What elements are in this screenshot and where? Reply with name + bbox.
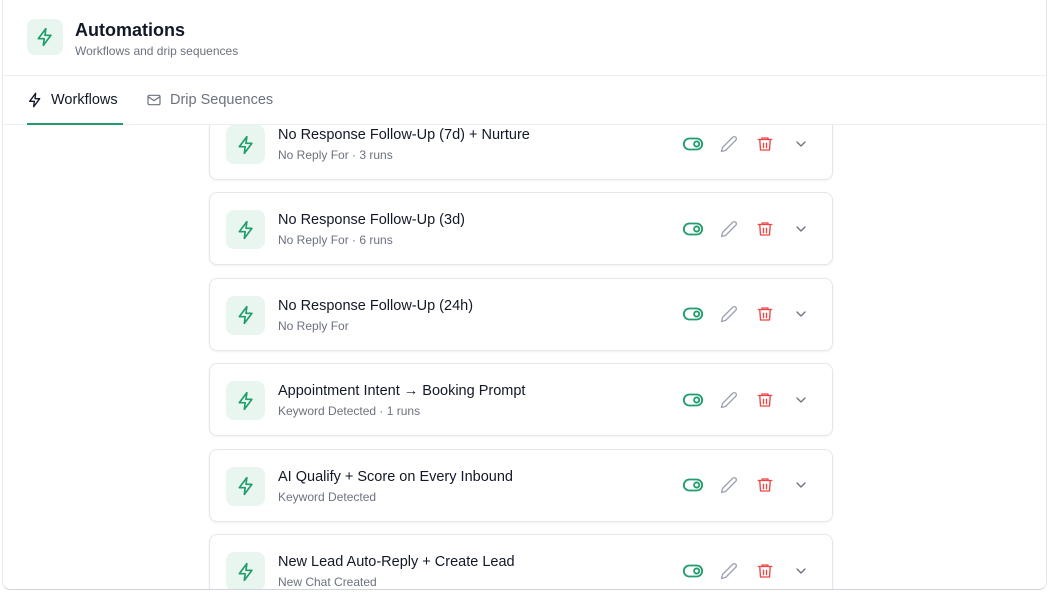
workflow-title: New Lead Auto-Reply + Create Lead	[278, 554, 515, 570]
page-subtitle: Workflows and drip sequences	[75, 44, 239, 58]
edit-icon[interactable]	[718, 133, 740, 155]
toggle-active-icon[interactable]	[682, 218, 704, 240]
page-header: Automations Workflows and drip sequences	[3, 0, 1046, 76]
tab-label: Workflows	[51, 92, 118, 108]
trash-icon[interactable]	[754, 133, 776, 155]
edit-icon[interactable]	[718, 303, 740, 325]
workflow-card[interactable]: No Response Follow-Up (3d) No Reply For ·…	[209, 192, 833, 266]
lightning-icon	[226, 381, 265, 421]
workflow-actions	[682, 125, 812, 179]
workflow-card[interactable]: No Response Follow-Up (7d) + Nurture No R…	[209, 125, 833, 180]
edit-icon[interactable]	[718, 560, 740, 582]
automations-panel: Automations Workflows and drip sequences…	[2, 0, 1047, 590]
trash-icon[interactable]	[754, 218, 776, 240]
workflow-trigger: New Chat Created	[278, 575, 377, 589]
trash-icon[interactable]	[754, 474, 776, 496]
tab-drip-sequences[interactable]: Drip Sequences	[146, 76, 286, 124]
workflow-trigger: No Reply For	[278, 318, 349, 333]
lightning-icon	[226, 552, 265, 589]
lightning-icon	[27, 19, 63, 55]
page-title: Automations	[75, 20, 185, 40]
workflow-actions	[682, 535, 812, 589]
toggle-active-icon[interactable]	[682, 133, 704, 155]
lightning-icon	[226, 295, 265, 335]
chevron-down-icon[interactable]	[790, 389, 812, 411]
trash-icon[interactable]	[754, 389, 776, 411]
workflow-actions	[682, 193, 812, 264]
lightning-icon	[226, 125, 265, 164]
toggle-active-icon[interactable]	[682, 389, 704, 411]
workflow-card[interactable]: Appointment Intent → Booking Prompt Keywo…	[209, 363, 833, 437]
workflow-title: No Response Follow-Up (24h)	[278, 297, 474, 314]
tab-bar: Workflows Drip Sequences	[3, 76, 1046, 125]
workflow-title: AI Qualify + Score on Every Inbound	[278, 468, 513, 485]
trash-icon[interactable]	[754, 303, 776, 325]
chevron-down-icon[interactable]	[790, 133, 812, 155]
workflow-trigger: Keyword Detected	[278, 489, 377, 504]
workflow-title: No Response Follow-Up (7d) + Nurture	[278, 127, 530, 143]
edit-icon[interactable]	[718, 389, 740, 411]
workflow-title: No Response Follow-Up (3d)	[278, 212, 465, 229]
workflow-list: No Response Follow-Up (7d) + Nurture No R…	[3, 125, 1046, 589]
toggle-active-icon[interactable]	[682, 303, 704, 325]
workflow-card[interactable]: AI Qualify + Score on Every Inbound Keywo…	[209, 448, 833, 522]
tab-label: Drip Sequences	[170, 92, 274, 108]
workflow-trigger: No Reply For · 3 runs	[278, 148, 393, 162]
workflow-trigger: Keyword Detected · 1 runs	[278, 404, 421, 419]
workflow-card[interactable]: New Lead Auto-Reply + Create Lead New Cha…	[209, 534, 833, 589]
trash-icon[interactable]	[754, 560, 776, 582]
lightning-icon	[27, 92, 43, 108]
tab-workflows[interactable]: Workflows	[27, 76, 123, 125]
chevron-down-icon[interactable]	[790, 560, 812, 582]
toggle-active-icon[interactable]	[682, 474, 704, 496]
workflow-card[interactable]: No Response Follow-Up (24h) No Reply For	[209, 277, 833, 351]
mail-icon	[146, 92, 162, 108]
edit-icon[interactable]	[718, 218, 740, 240]
toggle-active-icon[interactable]	[682, 560, 704, 582]
lightning-icon	[226, 466, 265, 506]
chevron-down-icon[interactable]	[790, 303, 812, 325]
workflow-actions	[682, 450, 812, 521]
workflow-actions	[682, 364, 812, 435]
chevron-down-icon[interactable]	[790, 218, 812, 240]
workflow-title: Appointment Intent → Booking Prompt	[278, 383, 526, 400]
workflow-trigger: No Reply For · 6 runs	[278, 233, 393, 248]
lightning-icon	[226, 210, 265, 250]
edit-icon[interactable]	[718, 474, 740, 496]
chevron-down-icon[interactable]	[790, 474, 812, 496]
workflow-actions	[682, 279, 812, 350]
